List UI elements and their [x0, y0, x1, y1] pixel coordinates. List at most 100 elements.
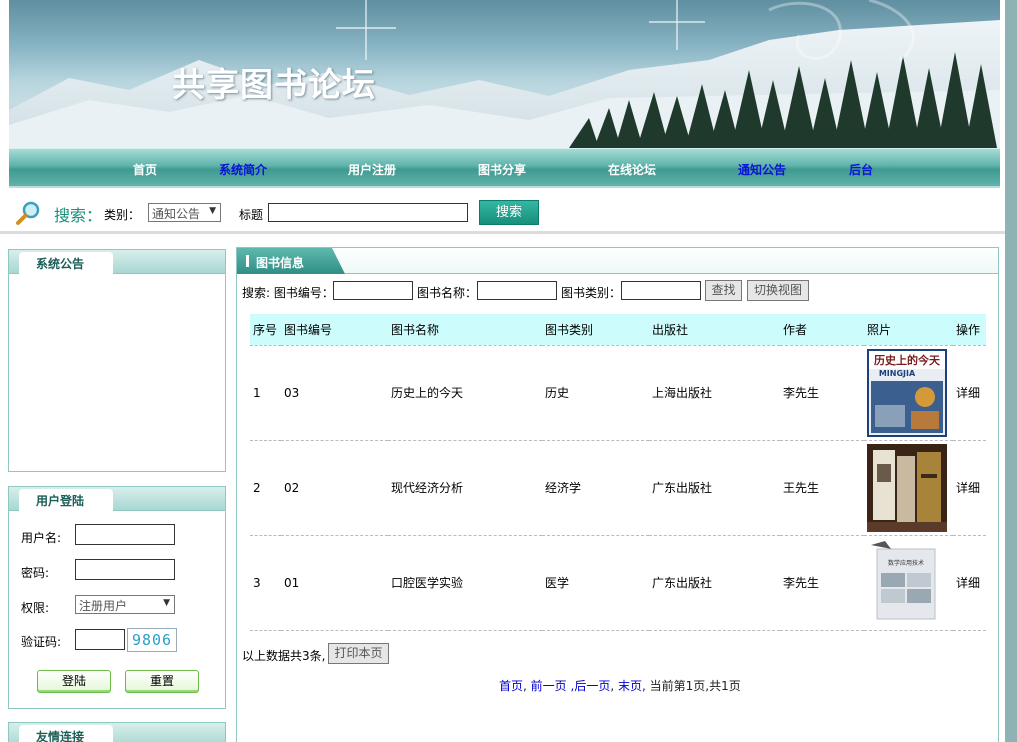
prev-page-link[interactable]: 前一页	[531, 679, 567, 693]
cell-publisher: 广东出版社	[649, 535, 780, 631]
next-page-link[interactable]: ,后一页	[571, 679, 611, 693]
economics-books-photo	[867, 443, 947, 532]
cell-author: 王先生	[780, 440, 864, 536]
nav-home[interactable]: 首页	[133, 161, 157, 178]
filter-name-input[interactable]	[477, 281, 557, 300]
cell-publisher: 上海出版社	[649, 345, 780, 441]
book-info-header: 图书信息	[237, 248, 998, 274]
page-status: 当前第1页,共1页	[649, 679, 741, 693]
page: 共享图书论坛 首页 系统简介 用户注册 图书分享 在线论坛 通知公告 后台 搜索…	[0, 0, 1005, 742]
history-book-cover: 历史上的今天 MINGJIA	[867, 348, 947, 437]
username-input[interactable]	[75, 524, 175, 545]
nav-notices[interactable]: 通知公告	[738, 161, 786, 178]
cell-action[interactable]: 详细	[953, 440, 986, 536]
role-select[interactable]: 注册用户 ▼	[75, 595, 175, 614]
top-search-bar: 搜索： 类别： 通知公告 ▼ 标题 搜索	[0, 190, 1005, 234]
subject-label: 标题	[239, 208, 264, 222]
cover-title: 历史上的今天	[874, 353, 941, 367]
cell-action[interactable]: 详细	[953, 345, 986, 441]
cell-index: 3	[250, 535, 281, 631]
cell-code: 02	[281, 440, 388, 536]
table-row: 1 03 历史上的今天 历史 上海出版社 李先生 历史上的今天 MINGJIA	[250, 345, 986, 441]
category-select[interactable]: 通知公告 ▼	[148, 203, 221, 222]
nav-book-share[interactable]: 图书分享	[478, 161, 526, 178]
captcha-image[interactable]: 9806	[127, 628, 177, 652]
cell-name: 现代经济分析	[388, 440, 542, 536]
cell-name: 历史上的今天	[388, 345, 542, 441]
search-button[interactable]: 搜索	[479, 200, 539, 225]
column-header: 图书类别	[542, 314, 649, 346]
cover-brand: MINGJIA	[879, 369, 916, 378]
captcha-input[interactable]	[75, 629, 125, 650]
filter-name-label: 图书名称：	[417, 286, 478, 300]
pager-separator: ,	[641, 679, 650, 693]
links-panel-header: 友情连接	[9, 723, 225, 742]
cell-category: 历史	[542, 345, 649, 441]
header-banner: 共享图书论坛	[9, 0, 1000, 148]
cell-index: 2	[250, 440, 281, 536]
switch-view-button[interactable]: 切换视图	[747, 280, 809, 301]
book-table: 序号 图书编号 图书名称 图书类别 出版社 作者 照片 操作 1 03 历史上的…	[250, 314, 986, 631]
announcement-title: 系统公告	[19, 252, 113, 274]
subject-input[interactable]	[268, 203, 468, 222]
cell-photo: 历史上的今天 MINGJIA	[864, 345, 953, 441]
cell-publisher: 广东出版社	[649, 440, 780, 536]
dropdown-arrow-icon: ▼	[209, 206, 216, 216]
column-header: 作者	[780, 314, 864, 346]
total-count-text: 以上数据共3条,	[242, 649, 326, 663]
cell-code: 01	[281, 535, 388, 631]
column-header: 序号	[250, 314, 281, 346]
login-title: 用户登陆	[19, 489, 113, 511]
column-header: 图书编号	[281, 314, 388, 346]
cell-index: 1	[250, 345, 281, 441]
announcement-panel: 系统公告	[8, 249, 226, 472]
filter-code-input[interactable]	[333, 281, 413, 300]
nav-forum[interactable]: 在线论坛	[608, 161, 656, 178]
filter-code-label: 搜索: 图书编号：	[242, 286, 334, 300]
pager-separator: ,	[610, 679, 618, 693]
table-header-row: 序号 图书编号 图书名称 图书类别 出版社 作者 照片 操作	[250, 314, 986, 346]
cell-code: 03	[281, 345, 388, 441]
cell-photo	[864, 440, 953, 536]
cell-category: 医学	[542, 535, 649, 631]
last-page-link[interactable]: 末页	[618, 679, 642, 693]
category-select-value: 通知公告	[152, 207, 201, 221]
cover-title: 数学应用技术	[888, 559, 924, 567]
nav-register[interactable]: 用户注册	[348, 161, 396, 178]
first-page-link[interactable]: 首页	[499, 679, 523, 693]
book-info-panel: 图书信息 搜索: 图书编号： 图书名称： 图书类别： 查找 切换视图 序号 图书…	[236, 247, 999, 742]
main-nav: 首页 系统简介 用户注册 图书分享 在线论坛 通知公告 后台	[9, 148, 1000, 188]
find-button[interactable]: 查找	[705, 280, 742, 301]
column-header: 图书名称	[388, 314, 542, 346]
password-input[interactable]	[75, 559, 175, 580]
cell-category: 经济学	[542, 440, 649, 536]
reset-button[interactable]: 重置	[125, 670, 199, 693]
magnifier-icon	[16, 201, 40, 225]
site-title: 共享图书论坛	[172, 65, 376, 104]
username-label: 用户名:	[21, 531, 62, 545]
login-panel-header: 用户登陆	[9, 487, 225, 511]
links-panel: 友情连接	[8, 722, 226, 742]
column-header: 操作	[953, 314, 986, 346]
cell-name: 口腔医学实验	[388, 535, 542, 631]
search-title: 搜索：	[54, 206, 103, 225]
nav-admin[interactable]: 后台	[849, 161, 873, 178]
password-label: 密码:	[21, 566, 50, 580]
table-row: 3 01 口腔医学实验 医学 广东出版社 李先生 数学应用技术 详细	[250, 535, 986, 631]
role-label: 权限:	[21, 601, 50, 615]
nav-about[interactable]: 系统简介	[219, 161, 267, 178]
cell-author: 李先生	[780, 345, 864, 441]
table-row: 2 02 现代经济分析 经济学 广东出版社 王先生 详细	[250, 440, 986, 536]
book-info-title: 图书信息	[237, 248, 345, 274]
cell-photo: 数学应用技术	[864, 535, 953, 631]
login-button[interactable]: 登陆	[37, 670, 111, 693]
category-label: 类别：	[104, 208, 141, 222]
medicine-book-cover: 数学应用技术	[867, 538, 947, 627]
captcha-label: 验证码:	[21, 635, 62, 649]
filter-category-input[interactable]	[621, 281, 701, 300]
print-page-button[interactable]: 打印本页	[328, 643, 389, 664]
cell-action[interactable]: 详细	[953, 535, 986, 631]
filter-category-label: 图书类别：	[561, 286, 622, 300]
announcement-panel-header: 系统公告	[9, 250, 225, 274]
pager-separator: ,	[523, 679, 531, 693]
